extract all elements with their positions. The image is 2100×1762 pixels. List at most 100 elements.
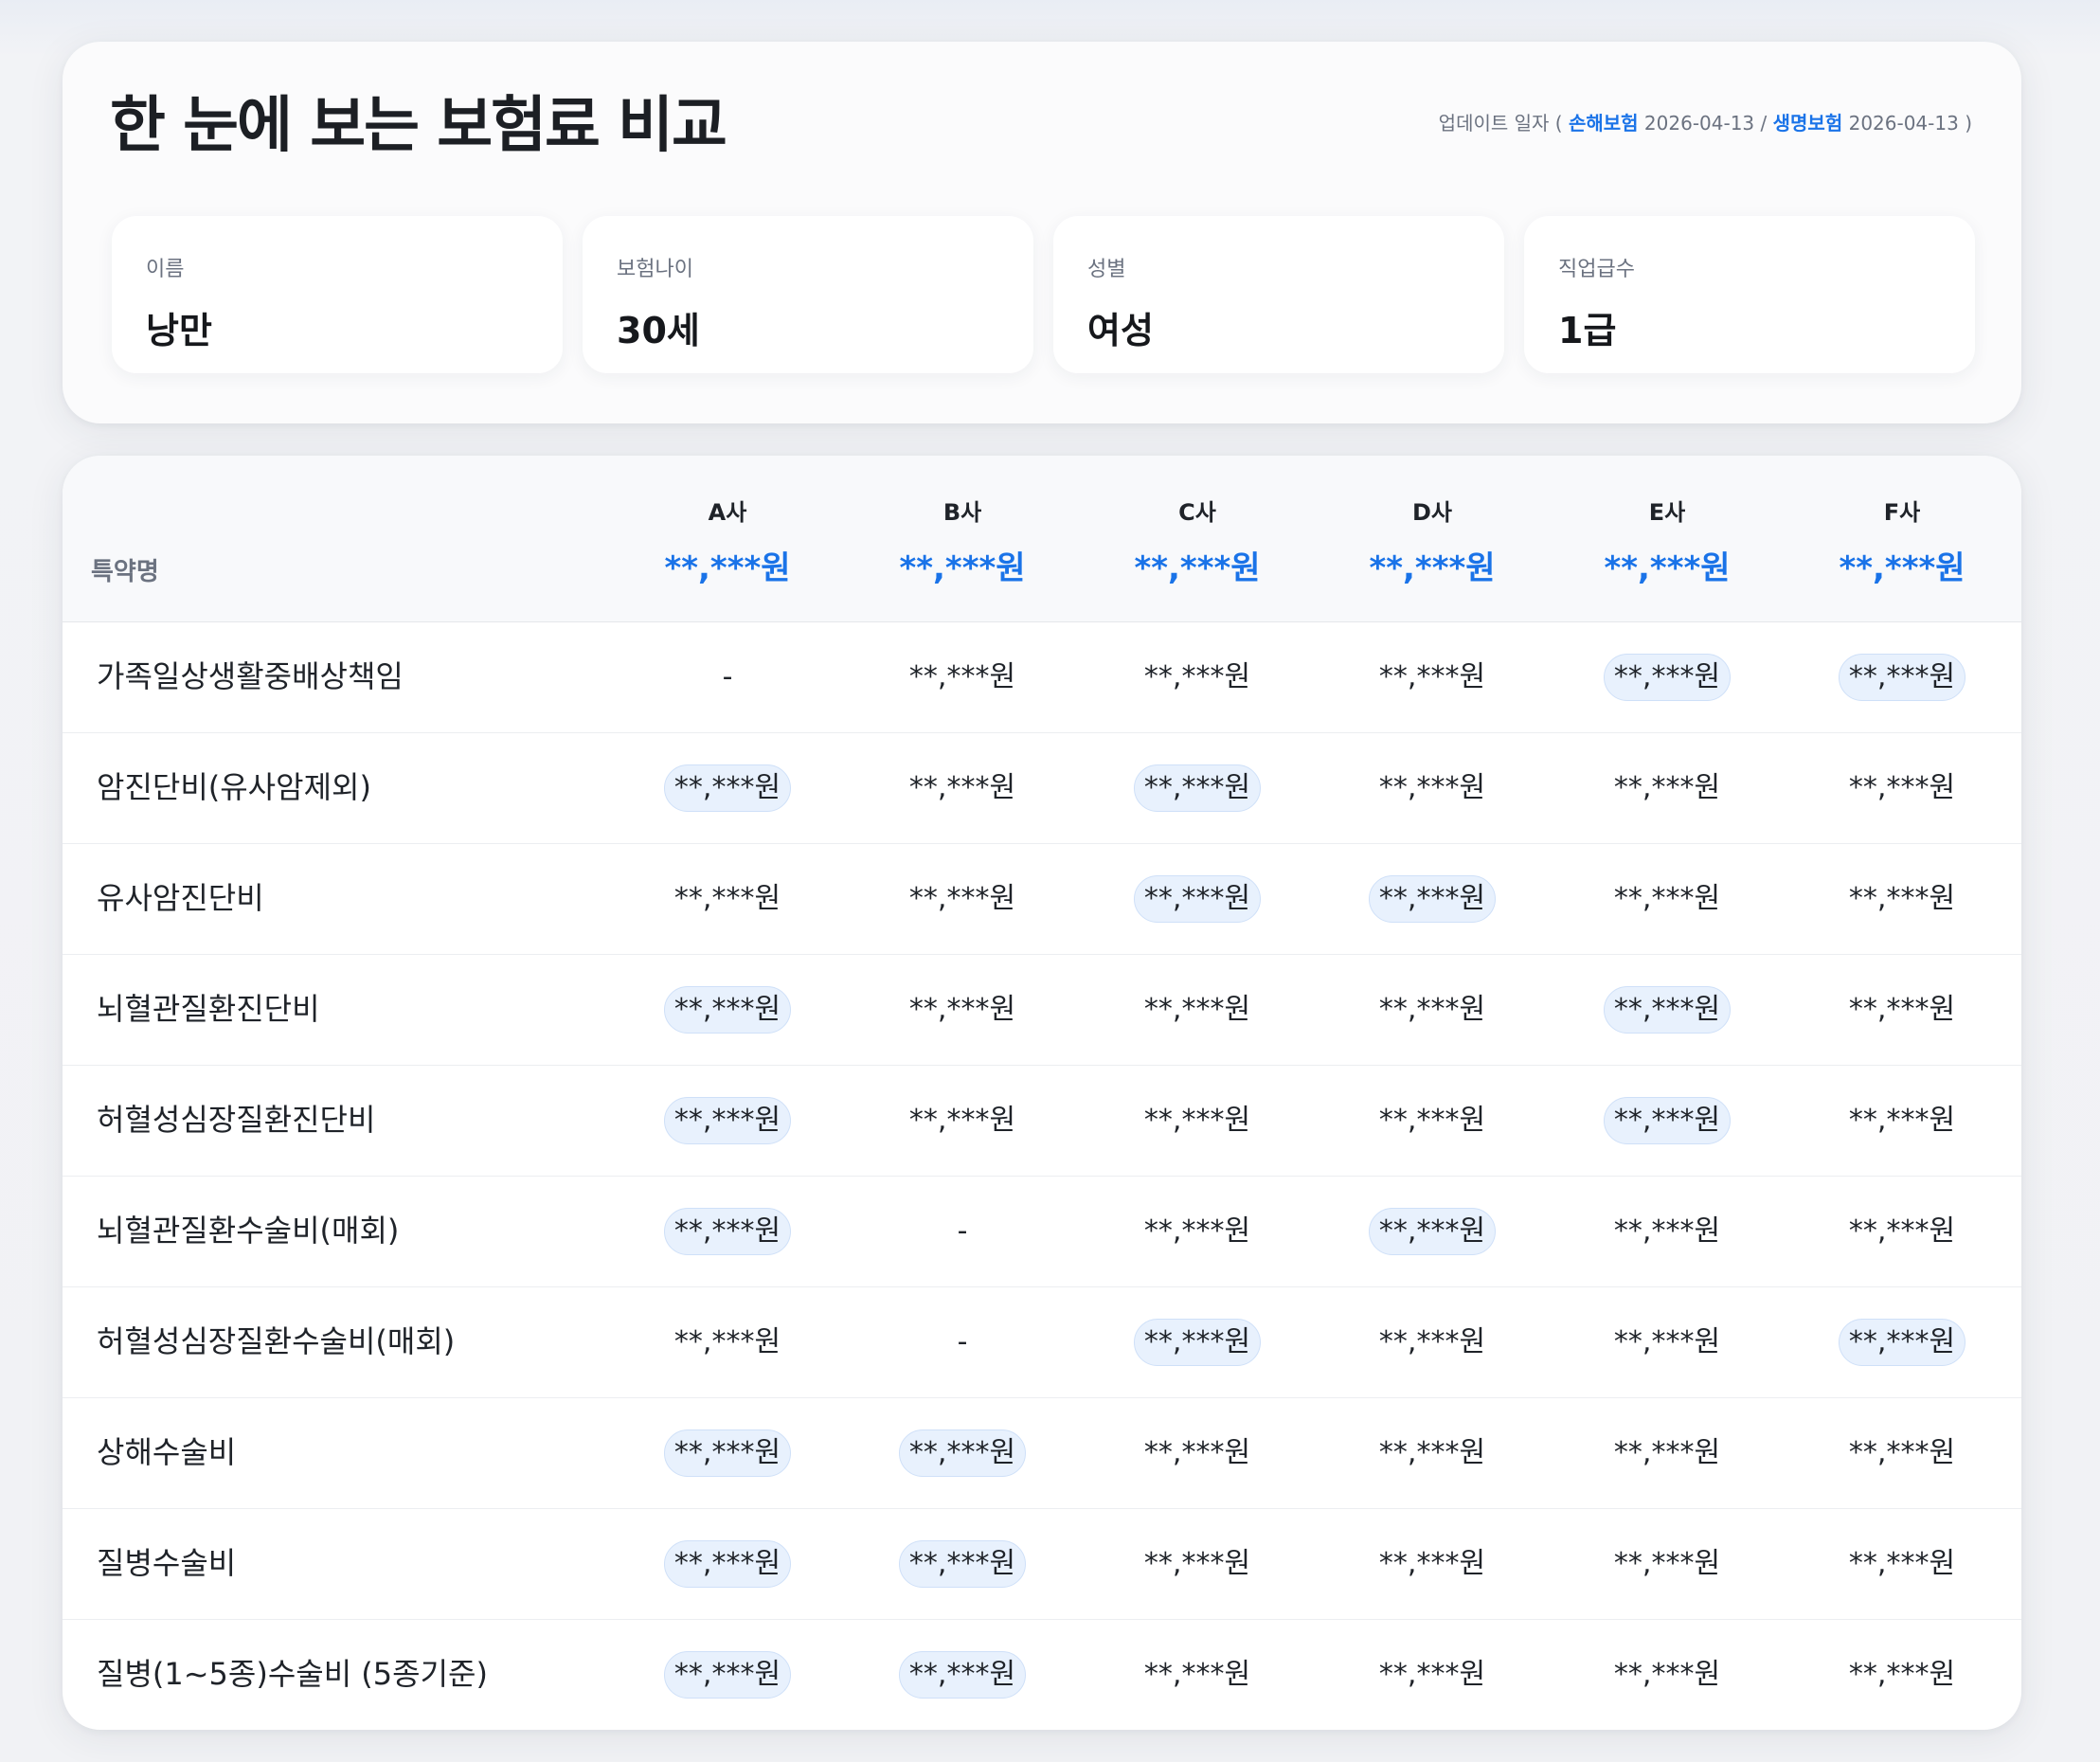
premium-cell: **,***원 — [610, 1397, 845, 1508]
premium-cell: **,***원 — [1785, 1397, 2019, 1508]
table-row: 질병수술비 **,***원 **,***원 **,***원 **,***원 **,***원… — [63, 1508, 2021, 1620]
highlighted-premium: **,***원 — [663, 985, 792, 1034]
table-row: 암진단비(유사암제외) **,***원 **,***원 **,***원 **,***원 *… — [63, 732, 2021, 844]
rider-name: 질병(1~5종)수술비 (5종기준) — [97, 1656, 488, 1692]
company-total-premium: **,***원 — [1604, 549, 1731, 587]
premium-value: **,***원 — [1143, 1435, 1251, 1469]
company-total-premium: **,***원 — [1134, 549, 1261, 587]
profile-label: 이름 — [146, 258, 185, 281]
highlighted-premium: **,***원 — [1133, 874, 1262, 923]
company-header: D사 **,***원 — [1315, 494, 1550, 588]
premium-value: **,***원 — [908, 1103, 1016, 1137]
profile-value: 30세 — [617, 310, 700, 351]
premium-value: **,***원 — [908, 881, 1016, 915]
premium-cell: **,***원 — [1315, 621, 1550, 732]
company-header: B사 **,***원 — [845, 494, 1080, 588]
premium-value: **,***원 — [1848, 770, 1956, 804]
premium-value: **,***원 — [1848, 1435, 1956, 1469]
table-row: 허혈성심장질환수술비(매회) **,***원 - **,***원 **,***원 **,*… — [63, 1286, 2021, 1398]
life-label: 생명보험 — [1772, 112, 1843, 135]
premium-value: **,***원 — [1613, 1657, 1721, 1691]
premium-cell: **,***원 — [1785, 843, 2019, 954]
premium-cell: **,***원 — [1080, 1176, 1315, 1286]
highlighted-premium: **,***원 — [1603, 985, 1732, 1034]
highlighted-premium: **,***원 — [663, 1207, 792, 1255]
table-header: 특약명 A사 **,***원 B사 **,***원 C사 **,***원 D사 **,***원… — [63, 456, 2021, 622]
company-header: F사 **,***원 — [1785, 494, 2019, 588]
premium-cell: **,***원 — [1550, 621, 1785, 732]
company-name: A사 — [708, 499, 747, 526]
premium-cell: **,***원 — [1315, 1397, 1550, 1508]
premium-cell: **,***원 — [1315, 1176, 1550, 1286]
premium-cell: **,***원 — [1785, 1508, 2019, 1619]
premium-cell: **,***원 — [1315, 1508, 1550, 1619]
premium-cell: **,***원 — [1785, 1176, 2019, 1286]
premium-cell: **,***원 — [1080, 732, 1315, 843]
premium-value: **,***원 — [1378, 992, 1486, 1026]
highlighted-premium: **,***원 — [663, 1096, 792, 1144]
company-total-premium: **,***원 — [1369, 549, 1496, 587]
premium-cell: **,***원 — [1315, 1286, 1550, 1397]
premium-cell: **,***원 — [610, 1619, 845, 1730]
rider-name: 유사암진단비 — [97, 880, 264, 916]
premium-cell: **,***원 — [1080, 1508, 1315, 1619]
highlighted-premium: **,***원 — [663, 764, 792, 812]
table-row: 뇌혈관질환진단비 **,***원 **,***원 **,***원 **,***원 **,*… — [63, 954, 2021, 1066]
premium-cell: **,***원 — [1550, 1065, 1785, 1176]
premium-value: **,***원 — [1143, 1214, 1251, 1248]
premium-cell: **,***원 — [610, 954, 845, 1065]
premium-value: **,***원 — [908, 770, 1016, 804]
page-title: 한 눈에 보는 보험료 비교 — [110, 91, 727, 161]
highlighted-premium: **,***원 — [1133, 764, 1262, 812]
premium-value: **,***원 — [1378, 1546, 1486, 1580]
premium-cell: **,***원 — [845, 1397, 1080, 1508]
premium-value: **,***원 — [1848, 992, 1956, 1026]
premium-cell: **,***원 — [1550, 954, 1785, 1065]
premium-value: **,***원 — [1378, 1435, 1486, 1469]
premium-value: **,***원 — [1613, 881, 1721, 915]
premium-cell: **,***원 — [1080, 621, 1315, 732]
profile-label: 보험나이 — [617, 258, 693, 281]
premium-cell: **,***원 — [1550, 1286, 1785, 1397]
rider-name: 질병수술비 — [97, 1545, 237, 1581]
comparison-table: 특약명 A사 **,***원 B사 **,***원 C사 **,***원 D사 **,***원… — [63, 456, 2021, 1730]
highlighted-premium: **,***원 — [1838, 653, 1966, 701]
highlighted-premium: **,***원 — [1133, 1318, 1262, 1366]
premium-value: **,***원 — [1378, 1103, 1486, 1137]
premium-cell: **,***원 — [1080, 1286, 1315, 1397]
premium-cell: **,***원 — [1080, 1065, 1315, 1176]
profile-label: 성별 — [1087, 258, 1126, 281]
life-date: 2026-04-13 — [1848, 112, 1959, 135]
rider-name: 뇌혈관질환수술비(매회) — [97, 1213, 400, 1249]
highlighted-premium: **,***원 — [1368, 1207, 1497, 1255]
premium-value: **,***원 — [1848, 1657, 1956, 1691]
table-row: 가족일상생활중배상책임 - **,***원 **,***원 **,***원 **,***원… — [63, 621, 2021, 733]
profile-job-grade-box: 직업급수 1급 — [1524, 216, 1975, 373]
premium-value: **,***원 — [1848, 1214, 1956, 1248]
nonlife-label: 손해보험 — [1568, 112, 1639, 135]
highlighted-premium: **,***원 — [1368, 874, 1497, 923]
premium-cell: **,***원 — [610, 1286, 845, 1397]
profile-gender-box: 성별 여성 — [1053, 216, 1504, 373]
premium-cell: **,***원 — [1550, 732, 1785, 843]
premium-value: **,***원 — [1848, 1546, 1956, 1580]
nonlife-date: 2026-04-13 — [1643, 112, 1755, 135]
premium-cell: **,***원 — [845, 843, 1080, 954]
premium-cell: **,***원 — [1785, 954, 2019, 1065]
premium-value: **,***원 — [1848, 881, 1956, 915]
highlighted-premium: **,***원 — [1838, 1318, 1966, 1366]
premium-cell: **,***원 — [845, 954, 1080, 1065]
premium-value: **,***원 — [1613, 1214, 1721, 1248]
table-row: 뇌혈관질환수술비(매회) **,***원 - **,***원 **,***원 **,***… — [63, 1176, 2021, 1287]
premium-value: **,***원 — [1378, 659, 1486, 693]
premium-cell: **,***원 — [1550, 1508, 1785, 1619]
premium-cell: **,***원 — [1080, 1619, 1315, 1730]
premium-value: **,***원 — [1613, 770, 1721, 804]
premium-cell: - — [610, 621, 845, 732]
rider-name: 허혈성심장질환수술비(매회) — [97, 1323, 456, 1359]
premium-cell: **,***원 — [610, 843, 845, 954]
premium-value: **,***원 — [908, 992, 1016, 1026]
premium-cell: **,***원 — [1785, 732, 2019, 843]
highlighted-premium: **,***원 — [898, 1539, 1027, 1588]
premium-cell: **,***원 — [1080, 843, 1315, 954]
